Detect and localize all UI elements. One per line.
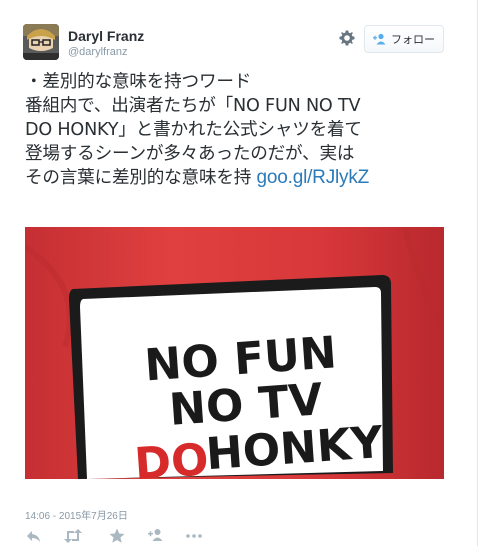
- card-divider: [477, 0, 478, 546]
- shirt-text-do: DO: [133, 434, 210, 479]
- tweet-actions: [25, 527, 225, 545]
- tweet-timestamp[interactable]: 14:06 - 2015年7月26日: [25, 507, 128, 522]
- favorite-star-icon[interactable]: [108, 527, 126, 545]
- tweet-line-last: その言葉に差別的な意味を持 goo.gl/RJlykZ: [25, 166, 450, 190]
- tweet-header: Daryl Franz @darylfranz フォロー: [23, 24, 453, 64]
- follow-button-label: フォロー: [391, 33, 435, 46]
- tweet-link[interactable]: goo.gl/RJlykZ: [257, 167, 370, 188]
- follow-person-plus-icon: [373, 33, 386, 45]
- tweet-line: ・差別的な意味を持つワード: [25, 72, 252, 92]
- author-handle[interactable]: @darylfranz: [68, 46, 144, 58]
- follow-person-plus-icon[interactable]: [147, 527, 165, 545]
- tweet-line: DO HONKY」と書かれた公式シャツを着て: [25, 120, 362, 140]
- tweet-line-text: その言葉に差別的な意味を持: [25, 168, 252, 188]
- settings-gear-icon[interactable]: [338, 29, 356, 47]
- tweet-media-image[interactable]: NO FUN NO TV DO HONKY: [25, 227, 444, 479]
- author-name[interactable]: Daryl Franz: [68, 28, 144, 44]
- follow-button[interactable]: フォロー: [364, 25, 444, 53]
- author-block: Daryl Franz @darylfranz: [68, 28, 144, 58]
- reply-icon[interactable]: [25, 527, 43, 545]
- tweet-card: Daryl Franz @darylfranz フォロー ・差別的な意味を持つワ…: [0, 0, 486, 546]
- more-dots-icon[interactable]: [185, 527, 203, 545]
- avatar[interactable]: [23, 24, 59, 60]
- tweet-line: 登場するシーンが多々あったのだが、実は: [25, 144, 355, 164]
- tweet-text: ・差別的な意味を持つワード 番組内で、出演者たちが「NO FUN NO TV D…: [25, 70, 450, 190]
- retweet-icon[interactable]: [63, 527, 82, 545]
- tweet-line: 番組内で、出演者たちが「NO FUN NO TV: [25, 96, 361, 116]
